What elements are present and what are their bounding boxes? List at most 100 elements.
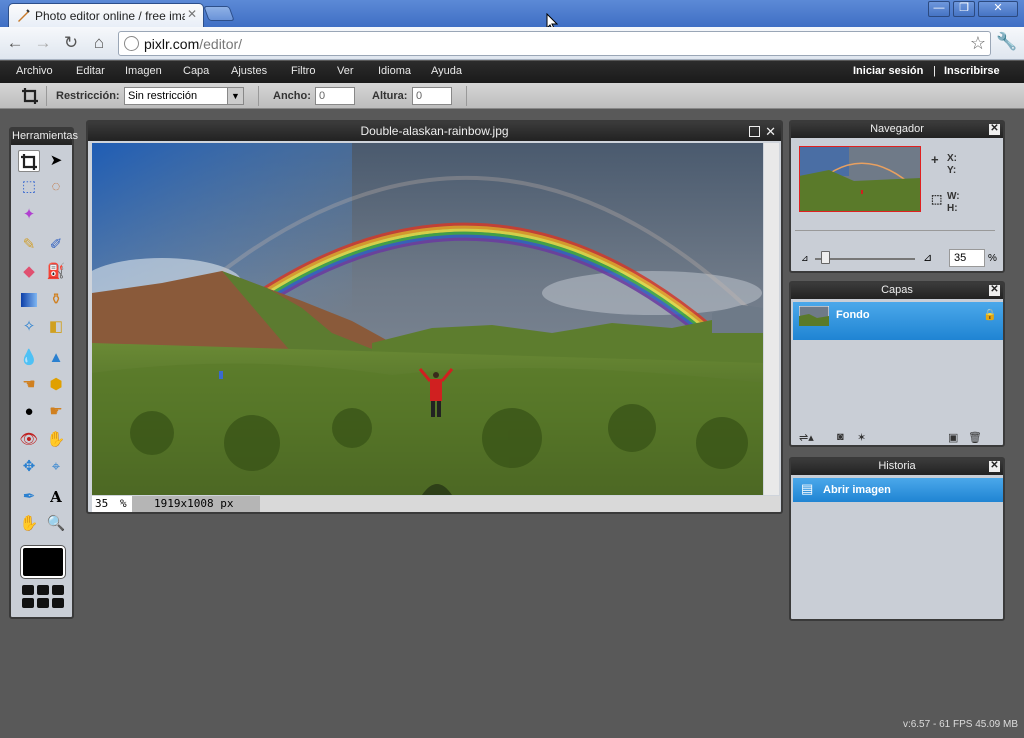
zoom-slider-track[interactable] xyxy=(815,258,915,260)
grid-button[interactable] xyxy=(52,598,64,608)
sponge-tool-icon[interactable]: ⬢ xyxy=(45,374,67,396)
image-zoom-input[interactable]: 35% xyxy=(92,496,132,512)
crop-tool-icon xyxy=(22,88,38,104)
menu-archivo[interactable]: Archivo xyxy=(16,65,53,77)
lasso-tool-icon[interactable]: ◌ xyxy=(45,176,67,198)
zoom-in-icon[interactable]: ⊿ xyxy=(923,251,932,264)
bookmark-star-icon[interactable]: ☆ xyxy=(970,33,986,54)
maximize-button[interactable]: ❐ xyxy=(953,1,975,17)
grid-button[interactable] xyxy=(52,585,64,595)
zoom-tool-icon[interactable]: 🔍 xyxy=(45,513,67,535)
toolbox-panel: Herramientas ➤ ⬚ ◌ ✦ ✎ ✐ ◆ ⛽ ⚱ ✧ ◧ 💧 ▲ ☚… xyxy=(9,127,78,619)
close-window-button[interactable]: ✕ xyxy=(978,1,1018,17)
grid-button[interactable] xyxy=(37,598,49,608)
pinch-tool-icon[interactable]: ✥ xyxy=(18,456,40,478)
history-item[interactable]: ▤ Abrir imagen xyxy=(793,478,1003,502)
new-layer-icon[interactable]: ▣ xyxy=(948,431,958,444)
dodge-tool-icon[interactable]: ☛ xyxy=(45,401,67,423)
trash-icon[interactable]: 🗑 xyxy=(968,431,982,444)
layer-options-icon[interactable]: ⇌▴ xyxy=(799,431,814,444)
width-input[interactable]: 0 xyxy=(315,87,355,105)
height-input[interactable]: 0 xyxy=(412,87,452,105)
bloat-tool-icon[interactable]: ✋ xyxy=(45,429,67,451)
reload-icon[interactable]: ↻ xyxy=(61,33,81,53)
x-label: X: xyxy=(947,153,957,164)
eraser-tool-icon[interactable]: ◆ xyxy=(18,261,40,283)
spot-heal-icon[interactable]: ✧ xyxy=(18,316,40,338)
marquee-tool-icon[interactable]: ⬚ xyxy=(18,176,40,198)
hand-tool-icon[interactable]: ✋ xyxy=(18,513,40,535)
width-label: Ancho: xyxy=(273,90,311,102)
sharpen-tool-icon[interactable]: ▲ xyxy=(45,347,67,369)
photo-canvas[interactable] xyxy=(92,143,763,495)
red-eye-icon[interactable]: 👁 xyxy=(18,429,40,451)
layer-mask-icon[interactable]: ◙ xyxy=(837,431,844,443)
close-icon[interactable]: ✕ xyxy=(989,461,1000,472)
browser-navbar: ← → ↻ ⌂ pixlr.com/editor/ ☆ 🔧 xyxy=(0,27,1024,60)
login-link[interactable]: Iniciar sesión xyxy=(853,65,923,77)
zoom-out-icon[interactable]: ⊿ xyxy=(801,253,809,264)
close-icon[interactable]: ✕ xyxy=(989,124,1000,135)
colorpicker-square-icon[interactable]: ⌖ xyxy=(45,456,67,478)
grid-button[interactable] xyxy=(22,598,34,608)
stamp-tool-icon[interactable]: ⚱ xyxy=(45,289,67,311)
close-icon[interactable]: ✕ xyxy=(765,123,776,141)
back-icon[interactable]: ← xyxy=(5,33,25,53)
menu-filtro[interactable]: Filtro xyxy=(291,65,315,77)
crop-tool-icon[interactable] xyxy=(18,150,40,172)
type-tool-icon[interactable]: A xyxy=(45,486,67,508)
grid-button[interactable] xyxy=(37,585,49,595)
shape-tool-icon[interactable]: ◧ xyxy=(45,316,67,338)
paint-bucket-icon[interactable]: ⛽ xyxy=(45,261,67,283)
foreground-color-swatch[interactable] xyxy=(21,546,65,578)
gradient-tool-icon[interactable] xyxy=(18,289,40,311)
navigator-zoom-input[interactable]: 35 xyxy=(949,249,985,267)
menu-editar[interactable]: Editar xyxy=(76,65,105,77)
image-window: Double-alaskan-rainbow.jpg ✕ 35 % 1919x1… xyxy=(86,120,783,514)
zoom-percent-label: % xyxy=(988,253,997,264)
menu-idioma[interactable]: Idioma xyxy=(378,65,411,77)
menu-ver[interactable]: Ver xyxy=(337,65,354,77)
signup-link[interactable]: Inscribirse xyxy=(944,65,1000,77)
zoom-slider-thumb[interactable] xyxy=(821,251,830,264)
navigator-thumbnail[interactable] xyxy=(799,146,921,212)
layer-style-icon[interactable]: ✶ xyxy=(857,431,866,444)
layer-thumbnail xyxy=(799,306,829,326)
eyedropper-icon[interactable]: ✒ xyxy=(18,486,40,508)
browser-tab[interactable]: Photo editor online / free imag ✕ xyxy=(8,3,204,27)
layers-title: Capas ✕ xyxy=(791,283,1003,299)
smudge-tool-icon[interactable]: ☚ xyxy=(18,374,40,396)
image-window-title: Double-alaskan-rainbow.jpg ✕ xyxy=(88,122,781,141)
pencil-tool-icon[interactable]: ✎ xyxy=(18,234,40,256)
tab-close-icon[interactable]: ✕ xyxy=(187,7,197,21)
menu-ajustes[interactable]: Ajustes xyxy=(231,65,267,77)
vertical-scrollbar[interactable] xyxy=(764,143,779,495)
navigator-title: Navegador ✕ xyxy=(791,122,1003,138)
tab-title: Photo editor online / free imag xyxy=(35,9,185,23)
toolbox-title: Herramientas xyxy=(11,129,78,145)
menu-ayuda[interactable]: Ayuda xyxy=(431,65,462,77)
brush-tool-icon[interactable]: ✐ xyxy=(45,234,67,256)
menu-imagen[interactable]: Imagen xyxy=(125,65,162,77)
layer-item[interactable]: Fondo 🔒 xyxy=(793,302,1003,340)
close-icon[interactable]: ✕ xyxy=(989,285,1000,296)
maximize-icon[interactable] xyxy=(749,126,760,137)
restriction-label: Restricción: xyxy=(56,90,120,102)
blur-tool-icon[interactable]: 💧 xyxy=(18,347,40,369)
document-icon: ▤ xyxy=(801,481,814,496)
burn-tool-icon[interactable]: ● xyxy=(18,401,40,423)
globe-icon xyxy=(124,36,139,51)
restriction-select[interactable]: Sin restricción ▼ xyxy=(124,87,244,105)
new-tab-button[interactable] xyxy=(203,6,235,21)
history-item-label: Abrir imagen xyxy=(823,484,891,496)
wrench-icon[interactable]: 🔧 xyxy=(996,32,1017,52)
app-menubar: Archivo Editar Imagen Capa Ajustes Filtr… xyxy=(0,61,1024,83)
minimize-button[interactable]: — xyxy=(928,1,950,17)
home-icon[interactable]: ⌂ xyxy=(89,33,109,53)
forward-icon[interactable]: → xyxy=(33,33,53,53)
magic-wand-icon[interactable]: ✦ xyxy=(18,204,40,226)
address-bar[interactable]: pixlr.com/editor/ ☆ xyxy=(118,31,991,56)
menu-capa[interactable]: Capa xyxy=(183,65,209,77)
move-tool-icon[interactable]: ➤ xyxy=(45,150,67,172)
grid-button[interactable] xyxy=(22,585,34,595)
